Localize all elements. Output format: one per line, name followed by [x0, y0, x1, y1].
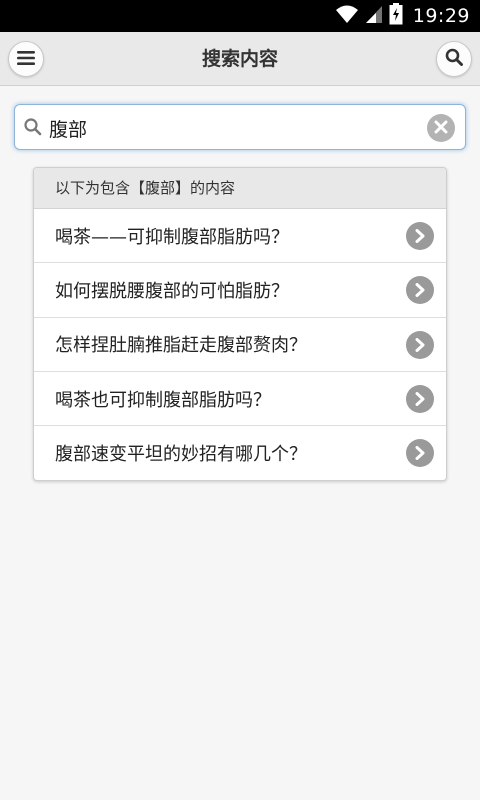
chevron-right-icon [406, 439, 434, 468]
list-item[interactable]: 怎样捏肚腩推脂赶走腹部赘肉？ [34, 318, 446, 372]
clear-search-button[interactable] [427, 114, 455, 142]
status-bar: 19:29 [0, 0, 480, 32]
chevron-right-icon [406, 384, 434, 413]
chevron-right-icon [406, 222, 434, 250]
list-item[interactable]: 喝茶——可抑制腹部脂肪吗？ [34, 209, 446, 264]
menu-icon [17, 50, 35, 69]
search-input[interactable] [49, 111, 429, 145]
list-item-label: 怎样捏肚腩推脂赶走腹部赘肉？ [55, 335, 307, 357]
list-item-label: 喝茶也可抑制腹部脂肪吗？ [55, 389, 271, 411]
list-item[interactable]: 腹部速变平坦的妙招有哪几个？ [34, 426, 446, 480]
list-item-label: 腹部速变平坦的妙招有哪几个？ [55, 444, 307, 466]
results-list: 以下为包含【腹部】的内容 喝茶——可抑制腹部脂肪吗？ 如何摆脱腰腹部的可怕脂肪？ 怎… [33, 167, 447, 482]
wifi-icon [335, 4, 359, 28]
status-icons: 19:29 [335, 3, 470, 29]
list-item[interactable]: 如何摆脱腰腹部的可怕脂肪？ [34, 263, 446, 318]
menu-button[interactable] [8, 41, 44, 77]
search-field-icon [23, 117, 43, 141]
chevron-right-icon [406, 276, 434, 305]
search-box [14, 104, 466, 150]
status-time: 19:29 [412, 5, 470, 27]
page-title: 搜索内容 [201, 48, 278, 70]
chevron-right-icon [406, 330, 434, 359]
signal-icon [365, 4, 383, 28]
battery-icon [389, 3, 403, 29]
search-icon [445, 48, 463, 70]
results-header: 以下为包含【腹部】的内容 [34, 168, 446, 209]
clear-icon [434, 119, 448, 138]
list-item[interactable]: 喝茶也可抑制腹部脂肪吗？ [34, 372, 446, 427]
search-button[interactable] [436, 41, 472, 77]
app-header: 搜索内容 [0, 32, 480, 86]
list-item-label: 喝茶——可抑制腹部脂肪吗？ [55, 226, 289, 248]
list-item-label: 如何摆脱腰腹部的可怕脂肪？ [55, 280, 289, 302]
